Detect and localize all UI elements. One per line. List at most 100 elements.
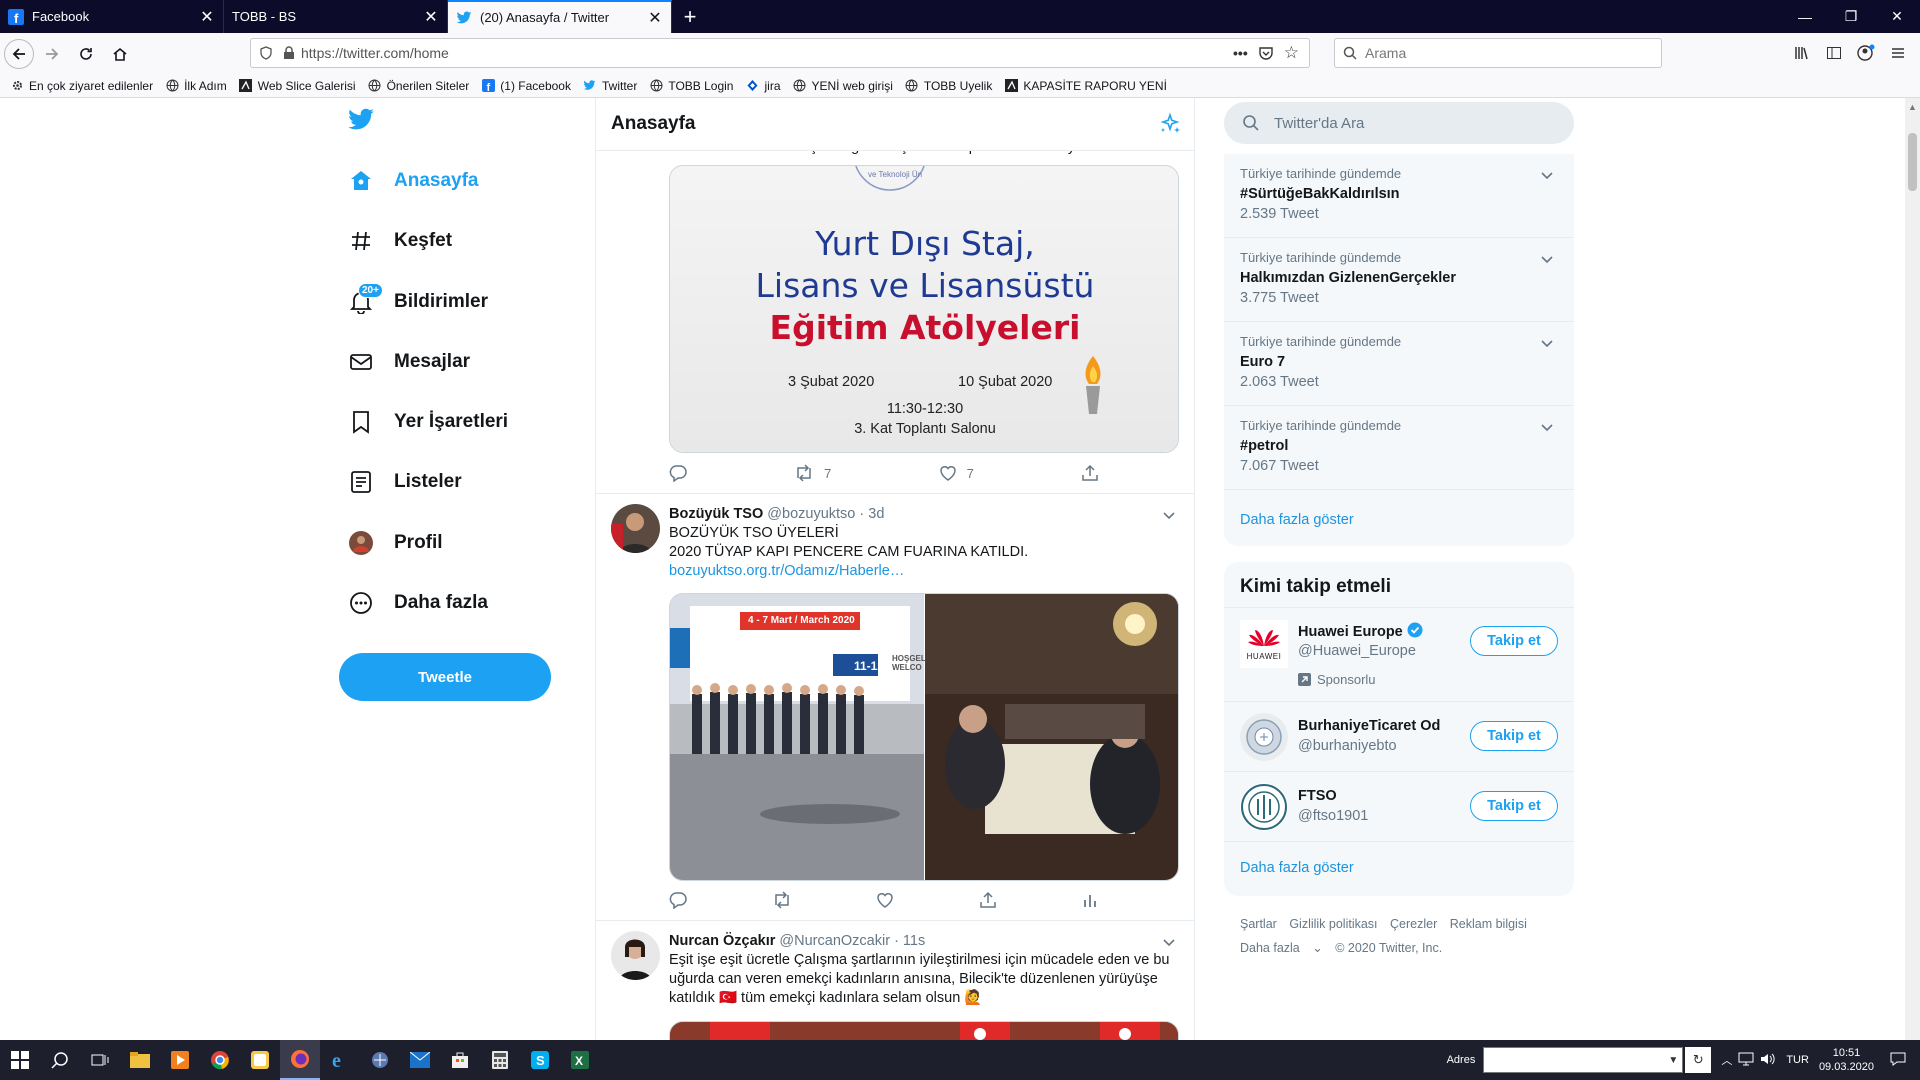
refresh-icon[interactable]: ↻	[1685, 1047, 1712, 1073]
bookmark-item[interactable]: Önerilen Siteler	[368, 79, 469, 93]
page-scrollbar[interactable]: ▲	[1905, 98, 1920, 1040]
network-icon[interactable]	[1738, 1052, 1754, 1069]
url-bar[interactable]: https://twitter.com/home ••• ☆	[250, 38, 1310, 68]
bookmark-item[interactable]: İlk Adım	[165, 79, 227, 93]
scroll-up-icon[interactable]: ▲	[1908, 102, 1917, 112]
tweet-bozuyuk[interactable]: Bozüyük TSO @bozuyuktso · 3d BOZÜYÜK TSO…	[596, 494, 1194, 921]
close-window-icon[interactable]: ✕	[1874, 0, 1920, 33]
firefox-icon[interactable]	[280, 1040, 320, 1080]
excel-icon[interactable]: X	[560, 1040, 600, 1080]
home-button[interactable]	[104, 38, 136, 70]
tray-expand-icon[interactable]: ︿	[1721, 1052, 1732, 1068]
analytics-button[interactable]	[1081, 891, 1099, 909]
bookmark-item[interactable]: Twitter	[583, 79, 637, 93]
nav-profile[interactable]: Profil	[348, 523, 443, 563]
volume-icon[interactable]	[1760, 1052, 1776, 1069]
like-button[interactable]: 7	[939, 464, 974, 482]
follow-button[interactable]: Takip et	[1470, 721, 1558, 751]
tweet-author-name[interactable]: Nurcan Özçakır	[669, 933, 775, 949]
page-actions-icon[interactable]: •••	[1233, 45, 1248, 61]
reload-button[interactable]	[70, 38, 102, 70]
tweet-time[interactable]: · 11s	[894, 933, 925, 949]
close-tab-icon[interactable]: ✕	[199, 7, 215, 27]
clock[interactable]: 10:51 09.03.2020	[1819, 1046, 1874, 1074]
like-button[interactable]	[876, 891, 894, 909]
close-tab-icon[interactable]: ✕	[423, 7, 439, 27]
browser-tab-twitter[interactable]: (20) Anasayfa / Twitter ✕	[448, 0, 672, 33]
nav-explore[interactable]: Keşfet	[348, 221, 452, 261]
trends-show-more-link[interactable]: Daha fazla göster	[1240, 512, 1354, 528]
retweet-button[interactable]: 7	[794, 464, 831, 482]
file-explorer-icon[interactable]	[120, 1040, 160, 1080]
network-app-icon[interactable]	[360, 1040, 400, 1080]
menu-icon[interactable]	[1882, 38, 1914, 68]
event-image-card[interactable]: ve Teknoloji Ün Yurt Dışı Staj, Lisans v…	[669, 165, 1179, 453]
outlook-mail-icon[interactable]	[400, 1040, 440, 1080]
footer-link[interactable]: Şartlar	[1240, 917, 1277, 931]
avatar[interactable]	[611, 504, 660, 553]
calculator-icon[interactable]	[480, 1040, 520, 1080]
close-tab-icon[interactable]: ✕	[647, 8, 663, 28]
sidebar-icon[interactable]	[1818, 38, 1850, 68]
nav-more[interactable]: Daha fazla	[348, 583, 488, 623]
scrollbar-thumb[interactable]	[1908, 133, 1917, 191]
windows-start-icon[interactable]	[0, 1040, 40, 1080]
nav-home[interactable]: Anasayfa	[348, 161, 479, 201]
trend-item[interactable]: Türkiye tarihinde gündemde Euro 7 2.063 …	[1224, 322, 1574, 406]
bookmark-item[interactable]: KAPASİTE RAPORU YENİ	[1004, 79, 1167, 93]
address-toolbar-input[interactable]: ▼	[1483, 1047, 1684, 1073]
trend-item[interactable]: Türkiye tarihinde gündemde Halkımızdan G…	[1224, 238, 1574, 322]
language-indicator[interactable]: TUR	[1786, 1054, 1809, 1066]
minimize-icon[interactable]: —	[1782, 0, 1828, 33]
who-to-follow-show-more-link[interactable]: Daha fazla göster	[1240, 860, 1354, 876]
footer-link[interactable]: Çerezler	[1390, 917, 1437, 931]
dinner-photo[interactable]	[925, 594, 1179, 881]
chevron-down-icon[interactable]: ▼	[1668, 1055, 1678, 1066]
footer-link[interactable]: Reklam bilgisi	[1450, 917, 1527, 931]
forward-button[interactable]	[36, 38, 68, 70]
follow-suggestion-burhaniye[interactable]: BurhaniyeTicaret Od @burhaniyebto Takip …	[1224, 702, 1574, 772]
store-icon[interactable]	[440, 1040, 480, 1080]
follow-button[interactable]: Takip et	[1470, 791, 1558, 821]
browser-search-box[interactable]: Arama	[1334, 38, 1662, 68]
bookmark-item[interactable]: jira	[745, 79, 781, 93]
bookmark-item[interactable]: TOBB Uyelik	[905, 79, 992, 93]
tweet-time[interactable]: · 3d	[859, 506, 884, 522]
follow-button[interactable]: Takip et	[1470, 626, 1558, 656]
chrome-icon[interactable]	[200, 1040, 240, 1080]
back-button[interactable]	[4, 38, 34, 69]
bookmark-item[interactable]: En çok ziyaret edilenler	[10, 79, 153, 93]
tweet-author-name[interactable]: Bozüyük TSO	[669, 506, 763, 522]
fair-photo[interactable]	[670, 594, 924, 881]
new-tab-button[interactable]: +	[672, 0, 708, 33]
bookmark-star-icon[interactable]: ☆	[1284, 43, 1299, 63]
media-player-icon[interactable]	[160, 1040, 200, 1080]
chevron-down-icon[interactable]	[1538, 334, 1556, 352]
retweet-button[interactable]	[772, 891, 792, 909]
chevron-down-icon[interactable]	[1538, 250, 1556, 268]
nav-notifications[interactable]: 20+ Bildirimler	[348, 282, 488, 322]
footer-link[interactable]: Gizlilik politikası	[1289, 917, 1377, 931]
twitter-logo-icon[interactable]	[347, 108, 375, 137]
tweet-partial[interactable]: adresine kimlik ve iletişim bilgilerini …	[596, 118, 1194, 494]
bookmark-item[interactable]: f (1) Facebook	[481, 79, 571, 93]
library-icon[interactable]	[1786, 38, 1818, 68]
twitter-search-input[interactable]: Twitter'da Ara	[1224, 102, 1574, 144]
nav-bookmarks[interactable]: Yer İşaretleri	[348, 402, 508, 442]
internet-explorer-icon[interactable]: e	[320, 1040, 360, 1080]
footer-more-link[interactable]: Daha fazla ⌄	[1240, 941, 1323, 955]
reply-button[interactable]	[669, 464, 687, 482]
browser-tab-tobb[interactable]: TOBB - BS ✕	[224, 0, 448, 33]
tweet-photo-partial[interactable]	[669, 1021, 1179, 1040]
reply-button[interactable]	[669, 891, 687, 909]
search-icon[interactable]	[40, 1040, 80, 1080]
chevron-down-icon[interactable]	[1538, 418, 1556, 436]
restore-icon[interactable]: ❐	[1828, 0, 1874, 33]
bookmark-item[interactable]: YENİ web girişi	[793, 79, 893, 93]
follow-suggestion-ftso[interactable]: FTSO @ftso1901 Takip et	[1224, 772, 1574, 842]
bookmark-item[interactable]: TOBB Login	[649, 79, 733, 93]
account-icon[interactable]	[1850, 38, 1882, 68]
notes-icon[interactable]	[240, 1040, 280, 1080]
avatar[interactable]	[611, 931, 660, 980]
nav-lists[interactable]: Listeler	[348, 462, 462, 502]
